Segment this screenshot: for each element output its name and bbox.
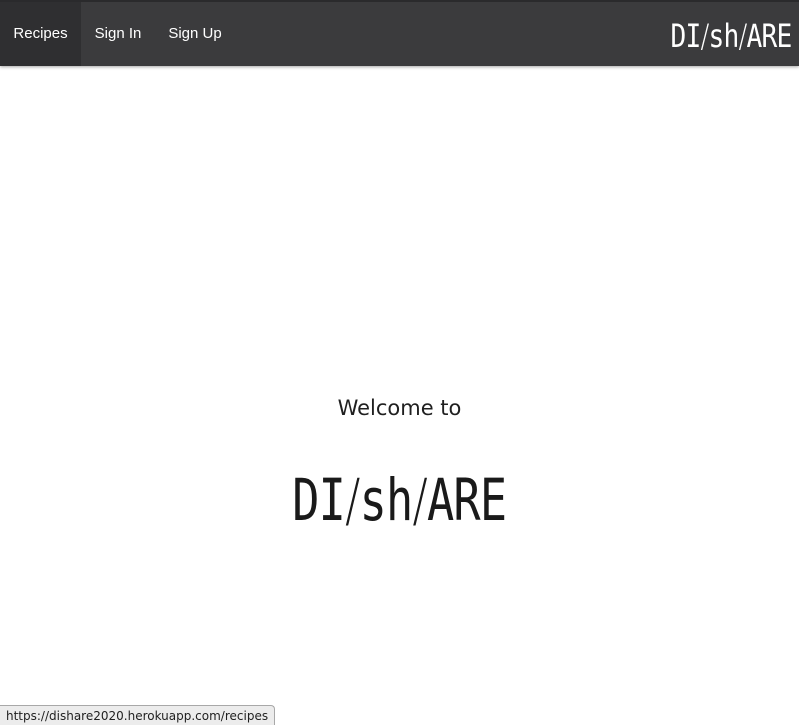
logo-slash: / [345, 466, 360, 534]
browser-status-url: https://dishare2020.herokuapp.com/recipe… [0, 705, 276, 725]
logo-part-are: ARE [427, 466, 507, 534]
logo-part-sh: sh [708, 17, 739, 55]
logo-part-di: DI [292, 466, 346, 534]
hero-logo: DI/sh/ARE [0, 464, 799, 536]
top-navbar: Recipes Sign In Sign Up DI/sh/ARE [0, 0, 799, 66]
logo-slash: / [738, 17, 747, 55]
logo-part-are: ARE [746, 17, 792, 55]
logo-part-di: DI [670, 17, 701, 55]
nav-item-sign-in[interactable]: Sign In [81, 2, 155, 66]
logo-slash: / [700, 17, 709, 55]
logo-part-sh: sh [359, 466, 414, 534]
page: Recipes Sign In Sign Up DI/sh/ARE Welcom… [0, 0, 799, 725]
nav-item-sign-up[interactable]: Sign Up [155, 2, 235, 66]
nav-item-recipes[interactable]: Recipes [0, 2, 81, 66]
welcome-heading: Welcome to [337, 396, 462, 420]
navbar-logo[interactable]: DI/sh/ARE [670, 16, 792, 56]
logo-slash: / [412, 466, 428, 534]
